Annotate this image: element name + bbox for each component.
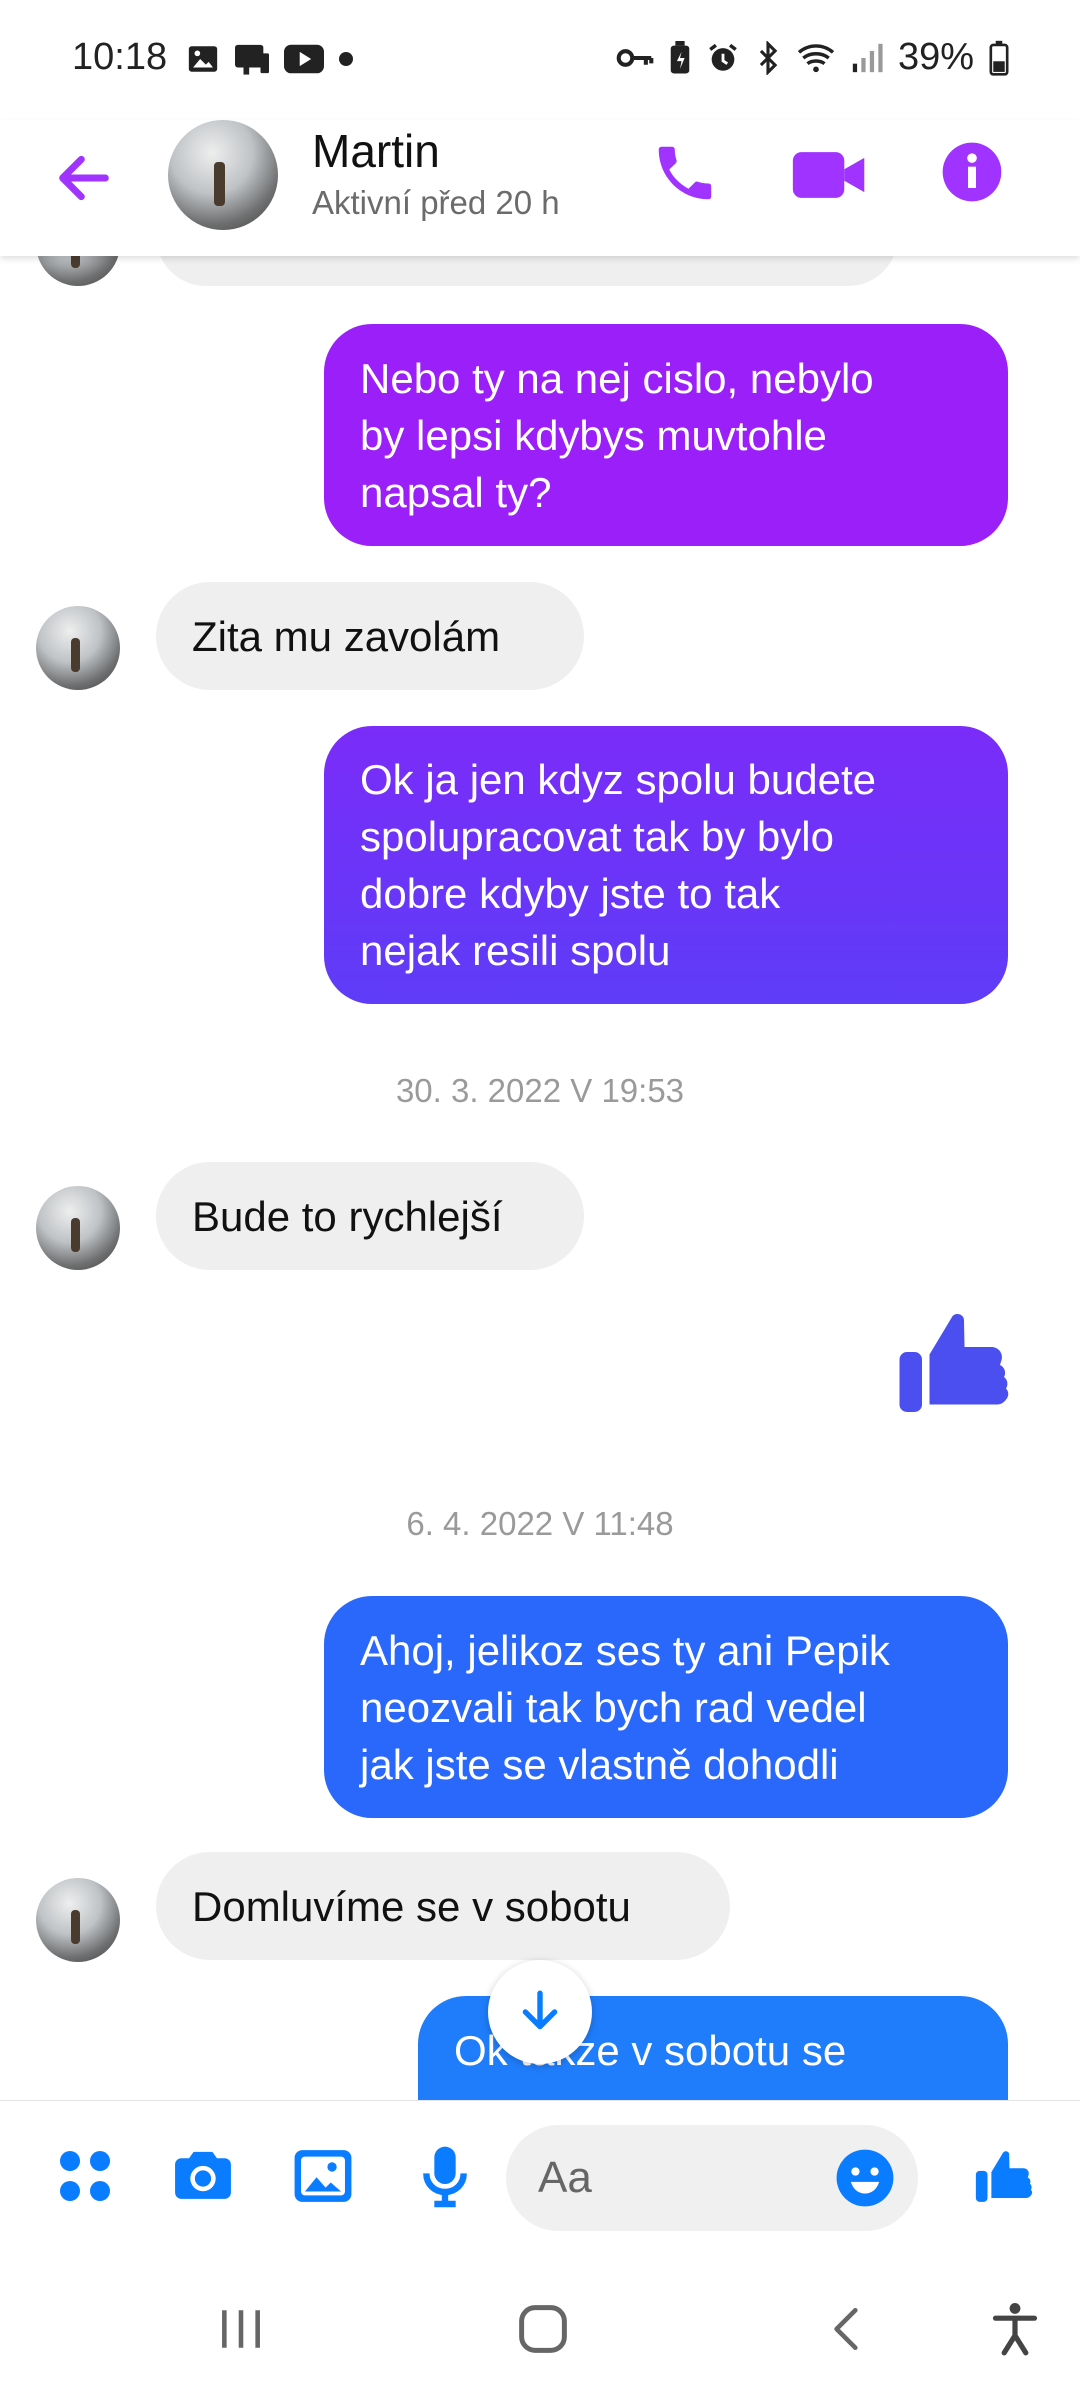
contact-status: Aktivní před 20 h [312,184,560,221]
accessibility-icon [992,2303,1038,2356]
thumbs-up-icon[interactable] [892,1302,1012,1422]
home-icon [519,2305,567,2353]
alarm-icon [709,43,737,71]
message-composer [0,2100,1080,2250]
bluetooth-icon [759,40,778,75]
media-icon [235,44,269,75]
microphone-icon [423,2146,467,2208]
message-bubble-incoming[interactable]: Bude to rychlejší [156,1162,584,1270]
emoji-icon[interactable] [834,2147,896,2209]
recent-apps-icon [222,2310,260,2348]
back-arrow-icon[interactable] [52,146,116,210]
message-bubble-incoming[interactable]: Domluvíme se v sobotu [156,1852,730,1960]
message-text-line: nejak resili spolu [360,927,671,974]
message-text-line: dobre kdyby jste to tak [360,870,781,917]
dot-icon [339,52,353,66]
message-text-line: spolupracovat tak by bylo [360,813,834,860]
gallery-button[interactable] [288,2141,358,2211]
info-icon[interactable] [940,140,1004,204]
message-avatar [36,1878,120,1962]
grid-dots-icon [60,2151,110,2201]
message-bubble-outgoing[interactable]: Ok ja jen kdyz spolu budete spolupracova… [324,726,1008,1004]
message-timestamp: 6. 4. 2022 V 11:48 [406,1505,674,1542]
message-text: Zita mu zavolám [192,612,501,660]
message-avatar [36,1186,120,1270]
message-text: Bude to rychlejší [192,1192,503,1240]
wifi-icon [797,43,835,72]
back-chevron-icon [834,2307,858,2351]
message-text-line: by lepsi kdybys muvtohle [360,411,827,459]
status-system-icons: 39% [616,36,1010,79]
message-bubble-incoming[interactable]: Zita mu zavolám [156,582,584,690]
key-icon [616,48,654,67]
video-call-icon[interactable] [790,140,870,210]
gallery-icon [188,46,218,72]
message-list[interactable]: Nebo ty na nej cislo, nebylo by lepsi kd… [0,256,1080,2100]
contact-name[interactable]: Martin [312,124,440,178]
status-time: 10:18 [72,36,168,78]
message-text-line: neozvali tak bych rad vedel [360,1683,867,1731]
phone-call-icon[interactable] [650,138,720,208]
image-icon [294,2150,352,2202]
system-navigation-bar [0,2250,1080,2400]
status-bar: 10:18 39% [0,0,1080,120]
camera-icon [175,2151,231,2199]
signal-icon [852,43,883,72]
status-notification-icons [186,42,356,76]
accessibility-button[interactable] [980,2294,1050,2364]
camera-button[interactable] [168,2141,238,2211]
recent-apps-button[interactable] [206,2294,276,2364]
thumbs-up-icon [975,2151,1033,2202]
home-button[interactable] [508,2294,578,2364]
battery-saver-icon [670,40,690,73]
contact-avatar[interactable] [168,120,278,230]
message-text-line: Ahoj, jelikoz ses ty ani Pepik [360,1626,890,1674]
message-avatar [36,256,120,286]
message-text-line: Nebo ty na nej cislo, nebylo [360,354,874,402]
message-input[interactable] [538,2125,818,2231]
battery-icon [989,40,1009,76]
youtube-icon [284,44,324,74]
message-text-line: napsal ty? [360,468,552,516]
message-timestamp: 30. 3. 2022 V 19:53 [395,1072,685,1109]
message-bubble-incoming[interactable] [156,256,898,286]
arrow-down-icon [522,1990,558,2030]
message-input-container [506,2125,918,2231]
message-text-line: jak jste se vlastně dohodli [360,1740,839,1788]
send-like-button[interactable] [968,2141,1038,2211]
back-nav-button[interactable] [812,2294,882,2364]
message-text: Domluvíme se v sobotu [192,1882,631,1930]
battery-percent: 39% [897,36,974,78]
menu-grid-button[interactable] [50,2141,120,2211]
voice-message-button[interactable] [410,2141,480,2211]
message-avatar [36,606,120,690]
message-bubble-outgoing[interactable]: Ahoj, jelikoz ses ty ani Pepik neozvali … [324,1596,1008,1818]
message-bubble-outgoing[interactable]: Nebo ty na nej cislo, nebylo by lepsi kd… [324,324,1008,546]
scroll-to-bottom-button[interactable] [488,1960,592,2064]
message-text-line: Ok ja jen kdyz spolu budete [360,756,876,803]
